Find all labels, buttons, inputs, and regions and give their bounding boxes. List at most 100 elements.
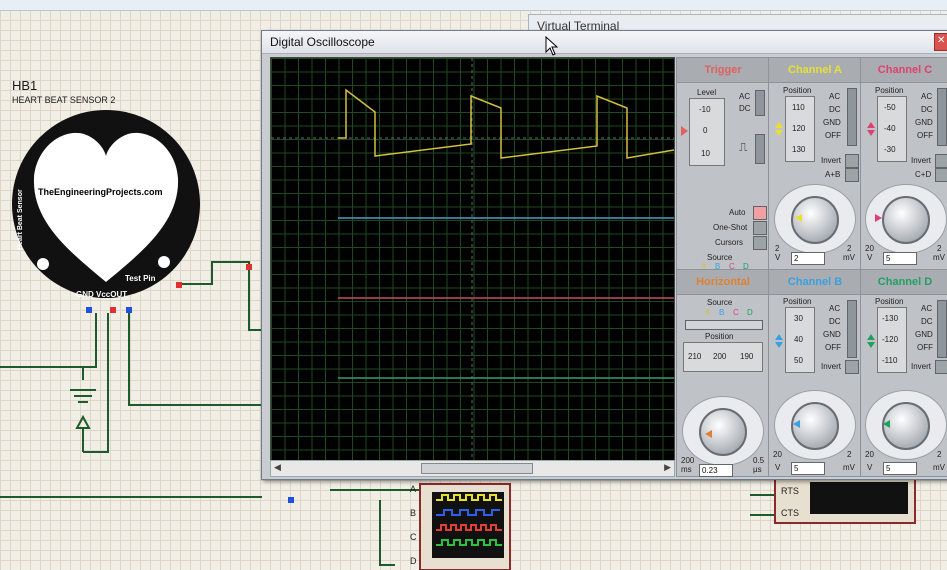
channel-a-pos-bottom: 130 <box>792 145 806 154</box>
channel-a-unit-right: mV <box>843 253 855 262</box>
channel-d-down-icon <box>867 342 875 348</box>
channel-c-value-field[interactable]: 5 <box>883 252 917 265</box>
channel-c-pos-top: -50 <box>884 103 896 112</box>
channel-c-pos-mid: -40 <box>884 124 896 133</box>
channel-b-position-label: Position <box>783 297 812 306</box>
horizontal-scrollbar[interactable]: ◀ ▶ <box>270 460 675 477</box>
horizontal-position-label: Position <box>705 332 734 341</box>
channel-c-dc: DC <box>921 105 933 114</box>
channel-a-sum-label: A+B <box>825 170 841 179</box>
channel-a-dc: DC <box>829 105 841 114</box>
channel-b-ac: AC <box>829 304 841 313</box>
channel-b-invert-label: Invert <box>821 362 842 371</box>
channel-a-invert-label: Invert <box>821 156 842 165</box>
channel-b-knob-pointer-icon <box>793 420 800 428</box>
channel-a-knob-pointer-icon <box>795 214 802 222</box>
trigger-auto-button[interactable] <box>753 206 767 220</box>
channel-d-title: Channel D <box>861 270 947 295</box>
channel-a-ac: AC <box>829 92 841 101</box>
trigger-cursors-label: Cursors <box>715 238 744 247</box>
channel-d-invert-button[interactable] <box>935 360 947 374</box>
channel-c-position-label: Position <box>875 86 904 95</box>
channel-b-value-field[interactable]: 5 <box>791 462 825 475</box>
channel-a-position-dial[interactable]: 110 120 130 <box>785 96 815 162</box>
horizontal-source-b: B <box>719 308 725 317</box>
channel-a-coupling-switch[interactable] <box>847 88 857 146</box>
channel-d-coupling-switch[interactable] <box>937 300 947 358</box>
sensor-testpin-label: Test Pin <box>125 274 156 283</box>
channel-d-off: OFF <box>917 343 933 352</box>
trigger-oneshot-label: One-Shot <box>713 223 748 232</box>
channel-d-value-field[interactable]: 5 <box>883 462 917 475</box>
channel-a-title: Channel A <box>769 58 861 83</box>
horizontal-source-a: A <box>705 308 711 317</box>
channel-c-knob-pointer-icon <box>875 214 882 222</box>
channel-a-up-icon <box>775 122 783 128</box>
channel-d-invert-label: Invert <box>911 362 932 371</box>
channel-b-unit-left: V <box>775 463 781 472</box>
channel-c-invert-button[interactable] <box>935 154 947 168</box>
trigger-ac-label: AC <box>739 92 751 101</box>
channel-b-pos-top: 30 <box>794 314 803 323</box>
channel-c-position-dial[interactable]: -50 -40 -30 <box>877 96 907 162</box>
trigger-coupling-switch[interactable] <box>755 90 765 116</box>
mouse-cursor-icon <box>545 36 559 56</box>
trigger-panel: Trigger Level -10 0 10 AC DC ⎍ Auto One-… <box>676 57 770 271</box>
channel-b-position-dial[interactable]: 30 40 50 <box>785 307 815 373</box>
channel-d-position-dial[interactable]: -130 -120 -110 <box>877 307 907 373</box>
trigger-edge-switch[interactable] <box>755 134 765 164</box>
oscilloscope-window[interactable]: Digital Oscilloscope ✕ ◀ ▶ Trigger Level… <box>261 30 947 480</box>
channel-c-panel: Channel C Position -50 -40 -30 AC DC GND… <box>860 57 947 271</box>
trigger-dc-label: DC <box>739 104 751 113</box>
channel-c-sum-button[interactable] <box>935 168 947 182</box>
channel-c-scale-left: 20 <box>865 244 874 253</box>
channel-d-knob-pointer-icon <box>883 420 890 428</box>
horizontal-source-c: C <box>733 308 739 317</box>
channel-b-unit-right: mV <box>843 463 855 472</box>
channel-c-down-icon <box>867 130 875 136</box>
channel-d-pos-mid: -120 <box>882 335 899 344</box>
channel-c-ac: AC <box>921 92 933 101</box>
channel-d-panel: Channel D Position -130 -120 -110 AC DC … <box>860 269 947 477</box>
trigger-level-dial[interactable]: -10 0 10 <box>689 98 725 166</box>
channel-c-coupling-switch[interactable] <box>937 88 947 146</box>
trigger-cursors-button[interactable] <box>753 236 767 250</box>
channel-b-scale-left: 20 <box>773 450 782 459</box>
channel-a-sum-button[interactable] <box>845 168 859 182</box>
channel-d-gnd: GND <box>915 330 933 339</box>
channel-b-down-icon <box>775 342 783 348</box>
channel-d-scale-right: 2 <box>937 450 942 459</box>
horizontal-position-dial[interactable]: 210 200 190 <box>683 342 763 372</box>
close-button[interactable]: ✕ <box>934 33 947 51</box>
channel-a-position-label: Position <box>783 86 812 95</box>
channel-d-scale-left: 20 <box>865 450 874 459</box>
horizontal-scale-right: 0.5 <box>753 456 765 465</box>
channel-a-invert-button[interactable] <box>845 154 859 168</box>
horizontal-value-field[interactable]: 0.23 <box>699 464 733 477</box>
channel-c-up-icon <box>867 122 875 128</box>
channel-d-unit-left: V <box>867 463 873 472</box>
channel-b-invert-button[interactable] <box>845 360 859 374</box>
channel-b-title: Channel B <box>769 270 861 295</box>
oscilloscope-title: Digital Oscilloscope <box>270 35 375 49</box>
scroll-thumb[interactable] <box>421 463 533 474</box>
sensor-pin-labels: GND VccOUT <box>76 290 128 299</box>
channel-a-unit-left: V <box>775 253 781 262</box>
oscilloscope-titlebar[interactable]: Digital Oscilloscope ✕ <box>262 31 947 54</box>
channel-c-scale-knob[interactable] <box>882 196 930 244</box>
channel-b-gnd: GND <box>823 330 841 339</box>
channel-a-scale-right: 2 <box>847 244 852 253</box>
trigger-edge-icon: ⎍ <box>739 140 748 154</box>
scroll-right-icon[interactable]: ▶ <box>664 462 671 473</box>
trigger-oneshot-button[interactable] <box>753 221 767 235</box>
channel-a-down-icon <box>775 130 783 136</box>
channel-d-up-icon <box>867 334 875 340</box>
channel-b-coupling-switch[interactable] <box>847 300 857 358</box>
scroll-left-icon[interactable]: ◀ <box>274 462 281 473</box>
channel-c-invert-label: Invert <box>911 156 932 165</box>
channel-a-value-field[interactable]: 2 <box>791 252 825 265</box>
horizontal-source-d: D <box>747 308 753 317</box>
channel-a-scale-left: 2 <box>775 244 780 253</box>
horizontal-source-slider[interactable] <box>685 320 763 330</box>
pin-label-d: D <box>410 556 417 566</box>
